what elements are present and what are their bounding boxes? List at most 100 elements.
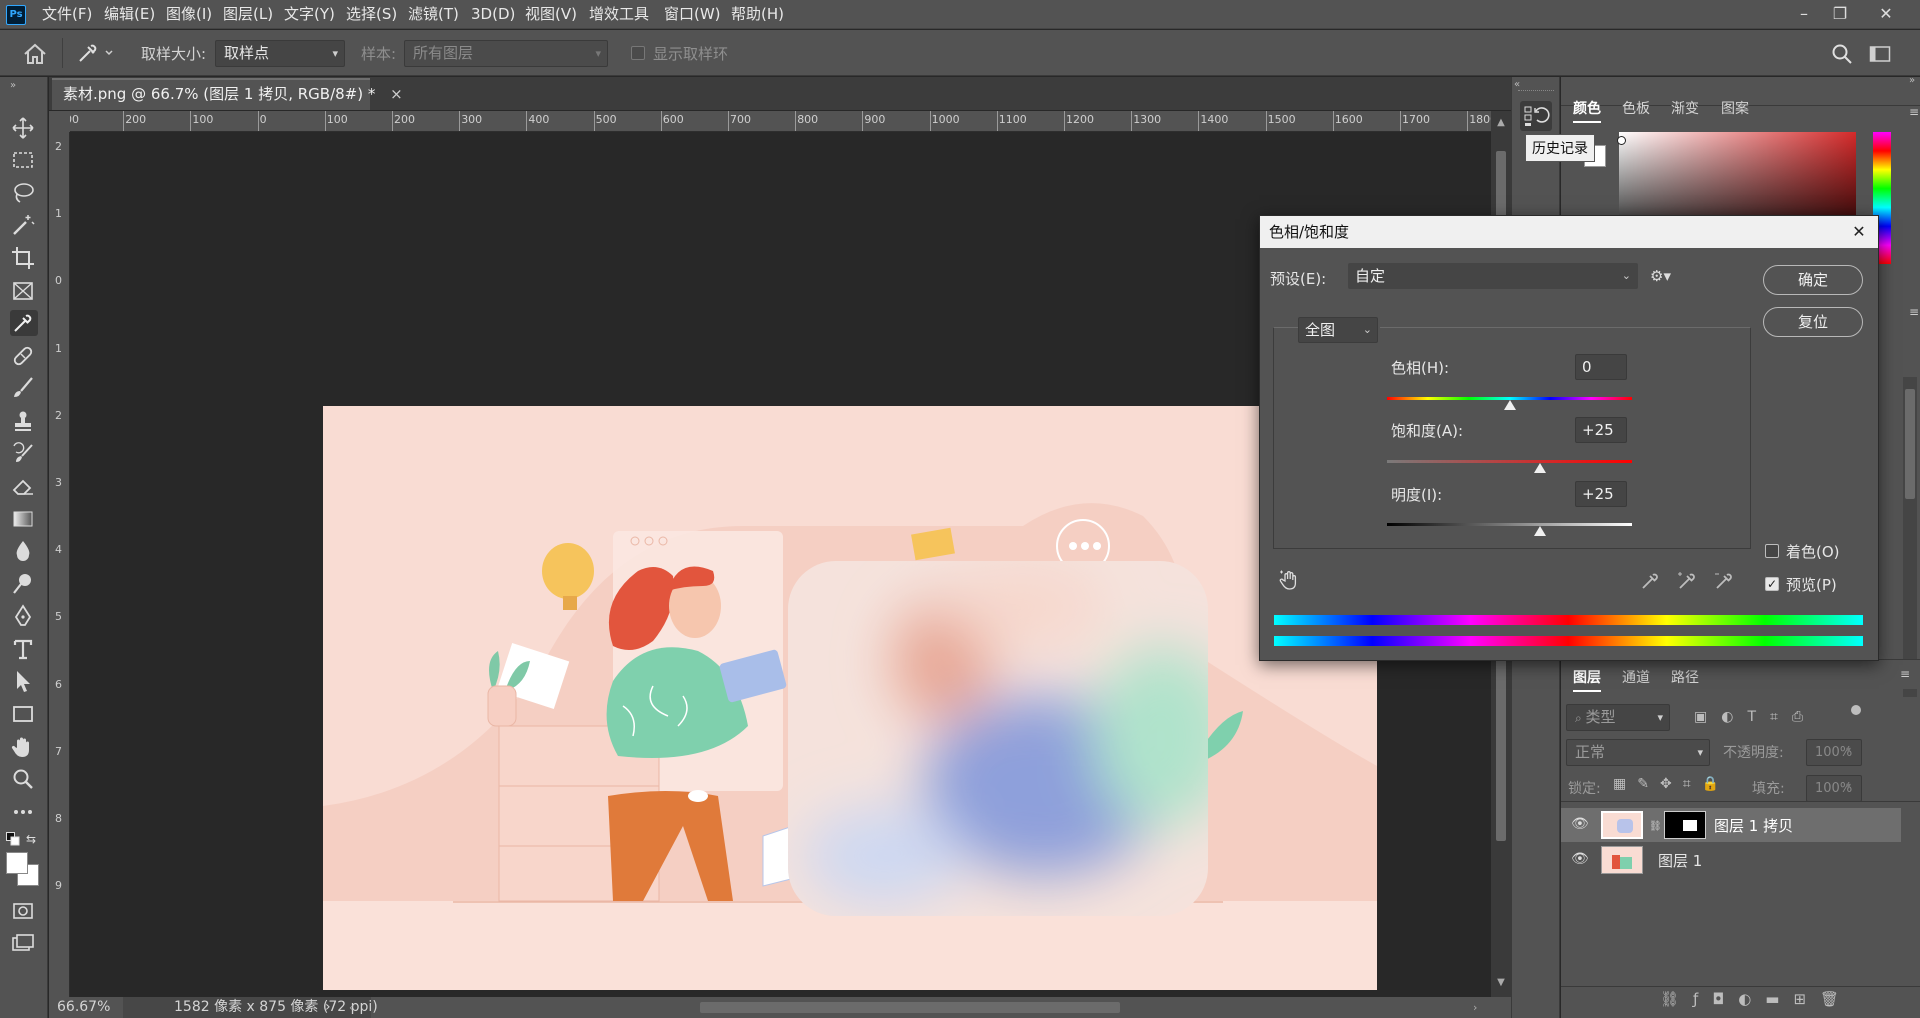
menu-type[interactable]: 文字(Y) xyxy=(284,0,335,29)
targeted-adjustment-hand-icon[interactable] xyxy=(1278,568,1302,592)
restore-button[interactable]: ❐ xyxy=(1822,0,1858,29)
link-icon[interactable]: ⛓ xyxy=(1649,821,1662,832)
gradient-tool-icon[interactable] xyxy=(10,506,38,532)
more-tools-icon[interactable] xyxy=(10,799,38,825)
close-window-button[interactable]: ✕ xyxy=(1868,0,1904,29)
panel-scroll-thumb[interactable] xyxy=(1905,389,1915,499)
scroll-up-icon[interactable]: ▲ xyxy=(1491,117,1511,128)
magic-wand-tool-icon[interactable] xyxy=(10,212,38,238)
color-panel-menu-icon[interactable]: ≡ xyxy=(1909,105,1919,119)
menu-3d[interactable]: 3D(D) xyxy=(471,0,515,29)
menu-file[interactable]: 文件(F) xyxy=(42,0,92,29)
chevron-down-icon[interactable]: ▾ xyxy=(1846,745,1851,756)
menu-edit[interactable]: 编辑(E) xyxy=(104,0,155,29)
ok-button[interactable]: 确定 xyxy=(1763,265,1863,295)
frame-tool-icon[interactable] xyxy=(10,278,38,304)
layer-name[interactable]: 图层 1 xyxy=(1658,850,1702,871)
reset-button[interactable]: 复位 xyxy=(1763,307,1863,337)
zoom-level[interactable]: 66.67% xyxy=(57,997,110,1018)
collapse-dock-icon[interactable]: « xyxy=(1514,79,1520,90)
menu-help[interactable]: 帮助(H) xyxy=(731,0,784,29)
rectangle-tool-icon[interactable] xyxy=(10,701,38,727)
tab-layers[interactable]: 图层 xyxy=(1573,667,1601,692)
collapse-tools-icon[interactable]: » xyxy=(10,80,16,91)
move-tool-icon[interactable] xyxy=(10,115,38,141)
scroll-left-icon[interactable]: ‹ xyxy=(349,997,353,1018)
screen-mode-icon[interactable] xyxy=(10,930,38,956)
lightness-slider-thumb[interactable] xyxy=(1534,526,1547,536)
scroll-right-icon[interactable]: › xyxy=(1473,997,1477,1018)
pen-tool-icon[interactable] xyxy=(10,603,38,629)
colorize-checkbox[interactable] xyxy=(1765,544,1779,558)
zoom-tool-icon[interactable] xyxy=(10,766,38,792)
vertical-ruler[interactable]: 2 1 0 1 2 3 4 5 6 7 8 9 xyxy=(49,132,70,998)
add-to-sample-eyedropper-icon[interactable] xyxy=(1676,570,1698,592)
menu-image[interactable]: 图像(I) xyxy=(166,0,212,29)
filter-toggle-icon[interactable] xyxy=(1851,705,1861,715)
dodge-tool-icon[interactable] xyxy=(10,571,38,597)
tab-patterns[interactable]: 图案 xyxy=(1721,98,1749,118)
layer-name[interactable]: 图层 1 拷贝 xyxy=(1714,815,1793,836)
marquee-tool-icon[interactable] xyxy=(10,147,38,173)
workspace-icon[interactable] xyxy=(1869,45,1891,63)
layer-filter-icons[interactable]: ▣◐T⌗⎙ xyxy=(1694,709,1874,727)
tab-gradients[interactable]: 渐变 xyxy=(1671,98,1699,118)
history-brush-tool-icon[interactable] xyxy=(10,441,38,467)
layer-filter-select[interactable]: ⌕ 类型 ▾ xyxy=(1566,704,1670,731)
ruler-origin[interactable] xyxy=(49,111,70,132)
layer-row-selected[interactable]: 👁 ⛓ 图层 1 拷贝 xyxy=(1561,808,1901,842)
minimize-button[interactable]: – xyxy=(1786,0,1822,29)
brush-tool-icon[interactable] xyxy=(10,375,38,401)
default-colors-icon[interactable] xyxy=(6,832,20,846)
tab-channels[interactable]: 通道 xyxy=(1622,667,1650,687)
dialog-close-icon[interactable]: ✕ xyxy=(1847,220,1871,244)
adjust-panel-menu-icon[interactable]: ≡ xyxy=(1909,305,1919,319)
tab-color[interactable]: 颜色 xyxy=(1573,98,1601,123)
menu-select[interactable]: 选择(S) xyxy=(346,0,397,29)
eraser-tool-icon[interactable] xyxy=(10,473,38,499)
horizontal-ruler[interactable]: 3002001000100200300400500600700800900100… xyxy=(70,111,1496,132)
preset-select[interactable]: 自定 ⌄ xyxy=(1348,263,1638,289)
menu-plugins[interactable]: 增效工具 xyxy=(589,0,649,29)
eyedropper-tool-preset-icon[interactable] xyxy=(74,40,116,66)
preset-options-gear-icon[interactable]: ⚙▾ xyxy=(1650,267,1674,287)
scroll-down-icon[interactable]: ▼ xyxy=(1491,977,1511,988)
lightness-slider-track[interactable] xyxy=(1387,523,1632,526)
status-menu-arrow[interactable]: › xyxy=(325,997,331,1018)
menu-window[interactable]: 窗口(W) xyxy=(664,0,721,29)
swap-colors-icon[interactable]: ⇆ xyxy=(26,832,40,846)
foreground-color-swatch[interactable] xyxy=(6,852,28,874)
color-picker-marker[interactable] xyxy=(1617,136,1626,145)
subtract-from-sample-eyedropper-icon[interactable] xyxy=(1713,570,1735,592)
collapse-panels-icon[interactable]: » xyxy=(1909,75,1915,86)
eyedropper-tool-icon[interactable] xyxy=(10,310,38,336)
quick-mask-icon[interactable] xyxy=(10,898,38,924)
hand-tool-icon[interactable] xyxy=(10,734,38,760)
lasso-tool-icon[interactable] xyxy=(10,180,38,206)
saturation-input[interactable]: +25 xyxy=(1575,417,1627,443)
layers-panel-menu-icon[interactable]: ≡ xyxy=(1900,667,1910,681)
menu-filter[interactable]: 滤镜(T) xyxy=(408,0,459,29)
document-canvas[interactable] xyxy=(323,406,1377,990)
visibility-eye-icon[interactable]: 👁 xyxy=(1571,816,1589,832)
saturation-slider-thumb[interactable] xyxy=(1534,463,1547,473)
history-panel-icon[interactable] xyxy=(1520,101,1552,131)
tab-swatches[interactable]: 色板 xyxy=(1622,98,1650,118)
fill-input[interactable]: 100% xyxy=(1806,775,1862,802)
eyedropper-icon[interactable] xyxy=(1639,570,1661,592)
blur-tool-icon[interactable] xyxy=(10,538,38,564)
close-tab-icon[interactable]: × xyxy=(390,85,403,103)
menu-view[interactable]: 视图(V) xyxy=(525,0,577,29)
blend-mode-select[interactable]: 正常 ▾ xyxy=(1566,739,1710,766)
layer-mask-thumbnail[interactable] xyxy=(1664,811,1706,839)
hue-slider-thumb[interactable] xyxy=(1503,400,1516,410)
hue-input[interactable]: 0 xyxy=(1575,354,1627,380)
lock-icons[interactable]: ▦✎✥⌗🔒 xyxy=(1613,776,1733,794)
sample-size-select[interactable]: 取样点 ▾ xyxy=(215,40,345,67)
show-sampling-ring-checkbox[interactable] xyxy=(631,46,645,60)
saturation-slider-track[interactable] xyxy=(1387,460,1632,463)
chevron-down-icon[interactable]: ▾ xyxy=(1846,781,1851,792)
horizontal-scroll-thumb[interactable] xyxy=(700,1002,1120,1013)
sample-layers-select[interactable]: 所有图层 ▾ xyxy=(404,40,608,67)
clone-stamp-tool-icon[interactable] xyxy=(10,408,38,434)
